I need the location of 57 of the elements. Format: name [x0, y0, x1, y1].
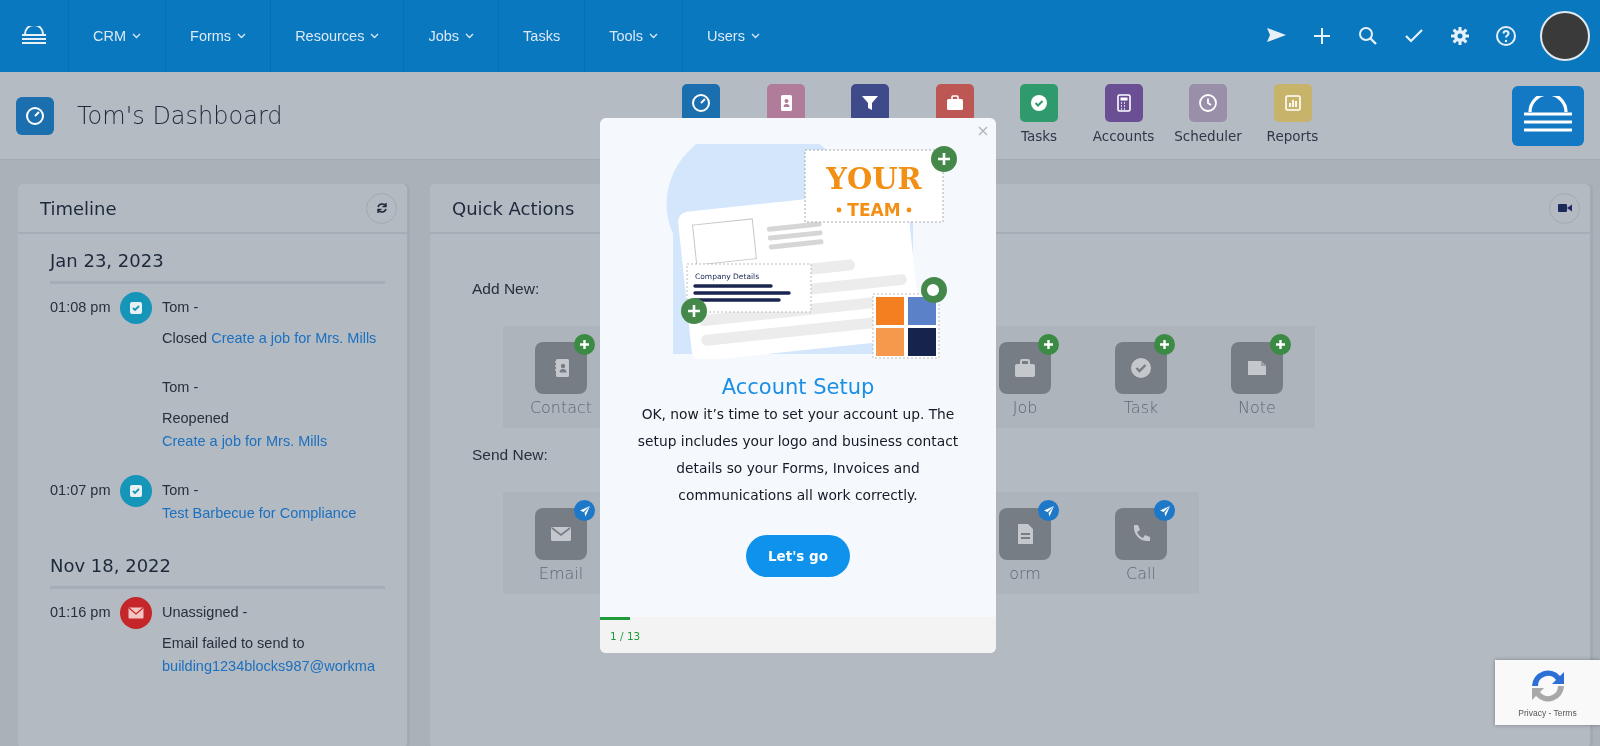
drawing-subline: TEAM: [847, 200, 901, 220]
quick-action-tile[interactable]: Note: [1199, 326, 1315, 428]
entry-time: 01:16 pm: [50, 603, 112, 622]
section-label: Add New:: [472, 280, 541, 298]
plus-icon: [1154, 334, 1175, 355]
entry-link[interactable]: Test Barbecue for Compliance: [162, 505, 357, 521]
refresh-icon: [375, 202, 388, 214]
entry-text: Tom - Test Barbecue for Compliance: [162, 481, 358, 523]
quick-action-tile[interactable]: Task: [1083, 326, 1199, 428]
avatar[interactable]: [1540, 11, 1590, 61]
plus-icon: [1270, 334, 1291, 355]
entry-time: 01:07 pm: [50, 481, 112, 500]
task-icon: [120, 292, 152, 324]
entry-text: Email failed to send to: [162, 634, 306, 653]
accounts-app-icon[interactable]: [1104, 84, 1143, 122]
email-link[interactable]: building1234blocks987@workma: [162, 658, 375, 674]
help-icon[interactable]: [1494, 24, 1518, 48]
entry-author: Tom -: [162, 378, 200, 397]
quick-action-tile[interactable]: Call: [1083, 492, 1199, 594]
entry-link[interactable]: Create a job for Mrs. Mills: [211, 330, 377, 346]
paper-plane-icon: [1154, 500, 1175, 521]
card-title: Quick Actions: [452, 197, 575, 219]
timeline-date: Jan 23, 2023: [50, 246, 385, 284]
dialog-text: OK, now it’s time to set your account up. The setup includes your logo and business contact details so your Forms, Invoices and communications all work correctly.: [636, 405, 960, 505]
logo-icon[interactable]: [21, 26, 47, 46]
app-label[interactable]: Accounts: [1092, 128, 1155, 144]
scheduler-app-icon[interactable]: [1189, 84, 1227, 122]
lets-go-button[interactable]: Let's go: [746, 535, 850, 577]
video-camera-icon: [1557, 203, 1572, 213]
entry-author: Unassigned -: [162, 603, 249, 622]
dashboard-icon: [16, 96, 54, 135]
plus-icon: [574, 334, 595, 355]
settings-icon[interactable]: [1448, 24, 1472, 48]
app-label[interactable]: Scheduler: [1174, 128, 1242, 144]
recaptcha-badge[interactable]: Privacy - Terms: [1495, 660, 1600, 725]
task-icon: [120, 475, 152, 507]
plus-icon: [1038, 334, 1059, 355]
drawing-headline: YOUR: [826, 162, 922, 196]
app-label[interactable]: Reports: [1266, 128, 1319, 144]
page-title: Tom's Dashboard: [77, 101, 284, 130]
email-icon: [120, 597, 152, 629]
section-label: Send New:: [472, 446, 549, 464]
tasks-app-icon[interactable]: [1020, 84, 1058, 122]
card-title: Timeline: [40, 197, 117, 219]
paper-plane-icon: [1038, 500, 1059, 521]
entry-author: Tom -: [162, 298, 200, 317]
step-counter: 1 / 13: [610, 630, 641, 642]
app-label[interactable]: Tasks: [1020, 128, 1058, 144]
dialog-title: Account Setup: [721, 375, 875, 399]
paper-plane-icon: [574, 500, 595, 521]
logo-icon[interactable]: [1512, 85, 1584, 146]
timeline-date: Nov 18, 2022: [50, 551, 385, 589]
entry-link[interactable]: Create a job for Mrs. Mills: [162, 433, 328, 449]
entry-text: Closed Create a job for Mrs. Mills: [162, 329, 378, 348]
recaptcha-links[interactable]: Privacy - Terms: [1518, 708, 1577, 718]
entry-text: Reopened Create a job for Mrs. Mills: [162, 409, 329, 451]
entry-time: 01:08 pm: [50, 298, 112, 317]
